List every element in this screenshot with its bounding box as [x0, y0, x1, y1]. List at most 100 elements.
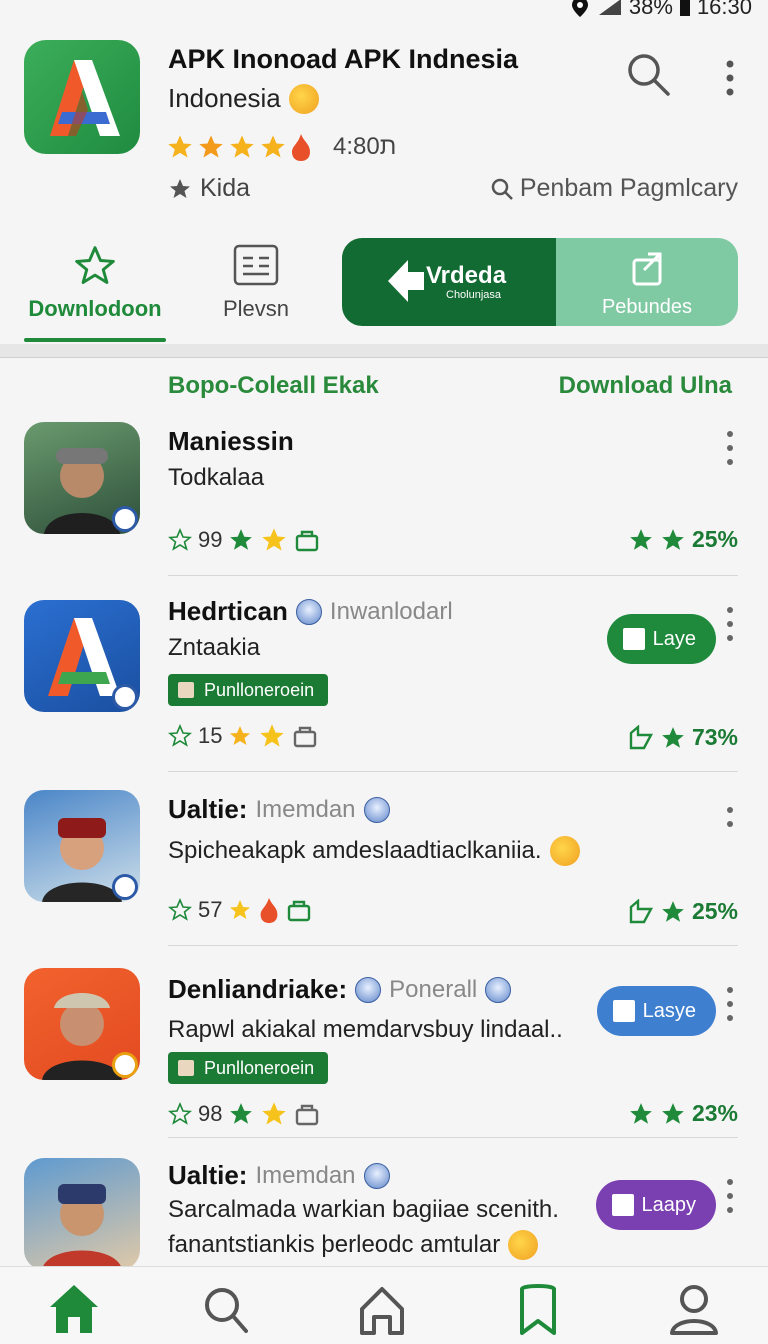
flame-icon [261, 897, 278, 924]
duck-emoji-icon [288, 83, 319, 114]
star-icon [199, 135, 223, 158]
more-options-icon[interactable] [720, 1176, 740, 1216]
star-icon [262, 528, 287, 551]
badge-icon [112, 1052, 138, 1078]
flame-icon [292, 134, 310, 161]
star-icon [662, 726, 684, 748]
house-outline-icon[interactable] [352, 1281, 412, 1337]
item-stats: 98 [168, 1100, 320, 1128]
star-icon [262, 1102, 287, 1125]
bag-icon [296, 530, 319, 552]
section-divider [0, 344, 768, 358]
item-desc: Zntaakia [168, 634, 261, 661]
list-item[interactable]: Maniessin Todkalaa 99 25% [0, 408, 768, 576]
item-action-button[interactable]: Laye [606, 614, 716, 664]
item-title: Maniessin [168, 426, 294, 456]
section-link[interactable]: Download Ulna [559, 372, 732, 400]
robot-icon [355, 976, 382, 1003]
list-item[interactable]: Hedrtican Inwanlodarl Zntaakia Punlloner… [0, 576, 768, 772]
rating-row: 4:8ת0 [166, 132, 396, 162]
tab-bar: Downlodoon Plevsn Vrdeda Cholunjasa Pebu… [0, 234, 768, 344]
item-score: 25% [628, 898, 738, 925]
star-icon [230, 900, 251, 919]
item-action-button[interactable]: Lasye [596, 986, 716, 1036]
bag-icon [296, 1104, 319, 1126]
star-icon [662, 1102, 684, 1124]
star-outline-icon [75, 246, 115, 284]
emoji-icon [508, 1230, 539, 1260]
tab-active-indicator [24, 338, 166, 342]
package-icon [178, 1060, 194, 1076]
app-logo[interactable] [24, 40, 140, 154]
search-icon[interactable] [196, 1281, 256, 1337]
star-icon [230, 135, 254, 158]
bag-icon [288, 900, 311, 922]
segment-secondary[interactable]: Pebundes [556, 238, 738, 326]
segment-primary[interactable]: Vrdeda Cholunjasa [342, 238, 556, 326]
bag-icon [294, 726, 317, 748]
robot-icon [485, 976, 512, 1003]
section-header: Bopo-Coleall Ekak Download Ulna [0, 372, 768, 408]
item-score: 25% [628, 526, 738, 553]
star-icon [630, 1102, 652, 1124]
star-icon [662, 528, 684, 550]
verified-badge-icon [112, 874, 138, 900]
verified-badge-icon [112, 684, 138, 710]
item-stats: 99 [168, 526, 320, 554]
star-icon [261, 135, 285, 158]
app-small-icon [611, 1194, 634, 1216]
bottom-nav [0, 1266, 768, 1344]
trend-icon [629, 724, 653, 749]
category-label: Kida [200, 174, 251, 202]
item-action-button[interactable]: Laapy [595, 1180, 716, 1230]
more-options-icon[interactable] [720, 984, 740, 1024]
more-options-icon[interactable] [716, 58, 744, 98]
status-bar: 38% 16:30 [0, 0, 768, 22]
clock: 16:30 [696, 0, 752, 19]
trend-icon [629, 898, 653, 923]
item-title: Hedrtican [168, 596, 288, 626]
rating-value: 4:8ת0 [333, 133, 397, 160]
section-title: Bopo-Coleall Ekak [168, 372, 379, 399]
search-icon [491, 178, 513, 200]
list-item[interactable]: Denliandriake: Ponerall Rapwl akiakal me… [0, 946, 768, 1138]
item-title: Ualtie: [168, 1160, 248, 1190]
more-options-icon[interactable] [720, 604, 740, 644]
robot-icon [295, 598, 322, 625]
star-outline-icon [168, 898, 192, 921]
more-options-icon[interactable] [720, 428, 740, 468]
star-icon [230, 726, 251, 745]
tab-preview[interactable]: Plevsn [200, 234, 312, 342]
item-desc: Sarcalmada warkian bagiiae scenith. [168, 1196, 559, 1223]
list-icon [233, 244, 279, 286]
location-icon [571, 0, 588, 17]
signal-icon [598, 0, 621, 15]
apk-logo-icon [50, 60, 120, 136]
tab-download[interactable]: Downlodoon [24, 234, 166, 342]
star-icon [230, 529, 253, 550]
search-hint[interactable]: Penbam Pagmlcary [490, 174, 738, 203]
emoji-icon [549, 836, 580, 866]
item-desc: Rapwl akiakal memdarvsbuy lindaal.. [168, 1016, 563, 1043]
star-outline-icon [168, 1102, 192, 1125]
avatar [24, 1158, 140, 1270]
profile-icon[interactable] [664, 1281, 724, 1337]
avatar [24, 968, 140, 1080]
share-box-icon [632, 252, 662, 286]
star-icon [230, 1103, 253, 1124]
list-item[interactable]: Ualtie: Imemdan Spicheakapk amdeslaadtia… [0, 772, 768, 946]
item-desc: Spicheakapk amdeslaadtiaclkaniia. [168, 837, 542, 864]
bookmark-icon[interactable] [508, 1281, 568, 1337]
home-icon[interactable] [44, 1281, 104, 1337]
arrow-left-icon [388, 260, 424, 302]
robot-icon [363, 796, 390, 823]
star-icon [630, 528, 652, 550]
list-item[interactable]: Ualtie: Imemdan Sarcalmada warkian bagii… [0, 1138, 768, 1270]
item-desc-continued: fanantstiankis þerleodc amtular [168, 1231, 501, 1258]
search-button[interactable] [624, 50, 672, 98]
item-desc: Todkalaa [168, 464, 265, 491]
more-options-icon[interactable] [720, 804, 740, 830]
item-stats: 57 [168, 896, 312, 924]
avatar [24, 422, 140, 534]
app-subtitle: Indonesia [168, 83, 319, 114]
